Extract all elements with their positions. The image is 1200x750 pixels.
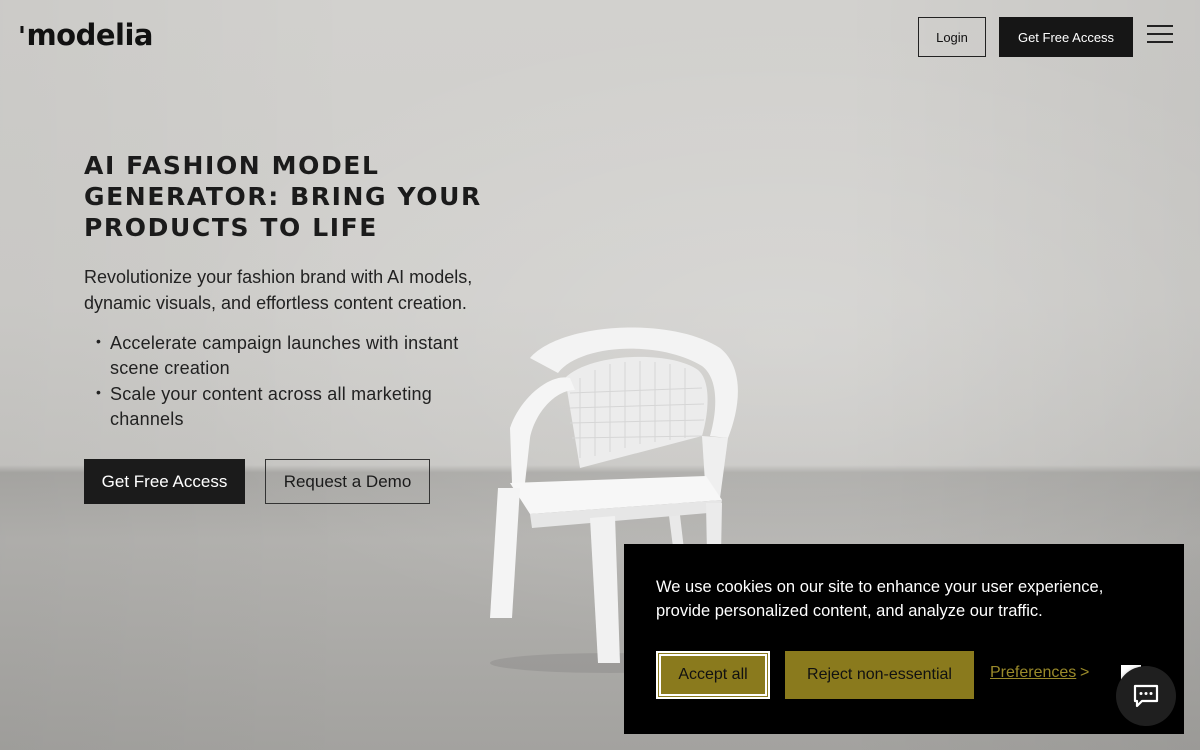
logo[interactable]: 'modelia: [18, 18, 153, 52]
menu-line: [1147, 41, 1173, 43]
logo-text: modelia: [26, 18, 153, 52]
hamburger-menu-icon[interactable]: [1147, 25, 1173, 47]
hero-subtitle: Revolutionize your fashion brand with AI…: [84, 267, 473, 313]
bullet-text: Scale your content across all marketing …: [110, 384, 432, 429]
feature-bullet-list: • Accelerate campaign launches with insta…: [96, 331, 496, 433]
hero-title: AI Fashion Model Generator: Bring Your P…: [84, 151, 482, 242]
header-get-free-access-button[interactable]: Get Free Access: [999, 17, 1133, 57]
cookie-preferences-link[interactable]: Preferences: [990, 664, 1076, 682]
chat-bubble-icon: [1133, 684, 1159, 708]
menu-line: [1147, 25, 1173, 27]
logo-tick-mark: ': [18, 22, 26, 52]
feature-bullet: • Scale your content across all marketing…: [96, 382, 496, 432]
request-demo-button[interactable]: Request a Demo: [265, 459, 430, 504]
menu-line: [1147, 33, 1173, 35]
bullet-dot-icon: •: [96, 333, 102, 349]
chat-button[interactable]: [1116, 666, 1176, 726]
bullet-text: Accelerate campaign launches with instan…: [110, 333, 459, 378]
cookie-banner: We use cookies on our site to enhance yo…: [624, 544, 1184, 734]
cookie-message: We use cookies on our site to enhance yo…: [656, 578, 1104, 620]
accept-all-cookies-button[interactable]: Accept all: [656, 651, 770, 699]
feature-bullet: • Accelerate campaign launches with insta…: [96, 331, 496, 381]
preferences-arrow-icon[interactable]: >: [1080, 664, 1089, 682]
login-button[interactable]: Login: [918, 17, 986, 57]
bullet-dot-icon: •: [96, 384, 102, 400]
reject-non-essential-button[interactable]: Reject non-essential: [785, 651, 974, 699]
get-free-access-button[interactable]: Get Free Access: [84, 459, 245, 504]
